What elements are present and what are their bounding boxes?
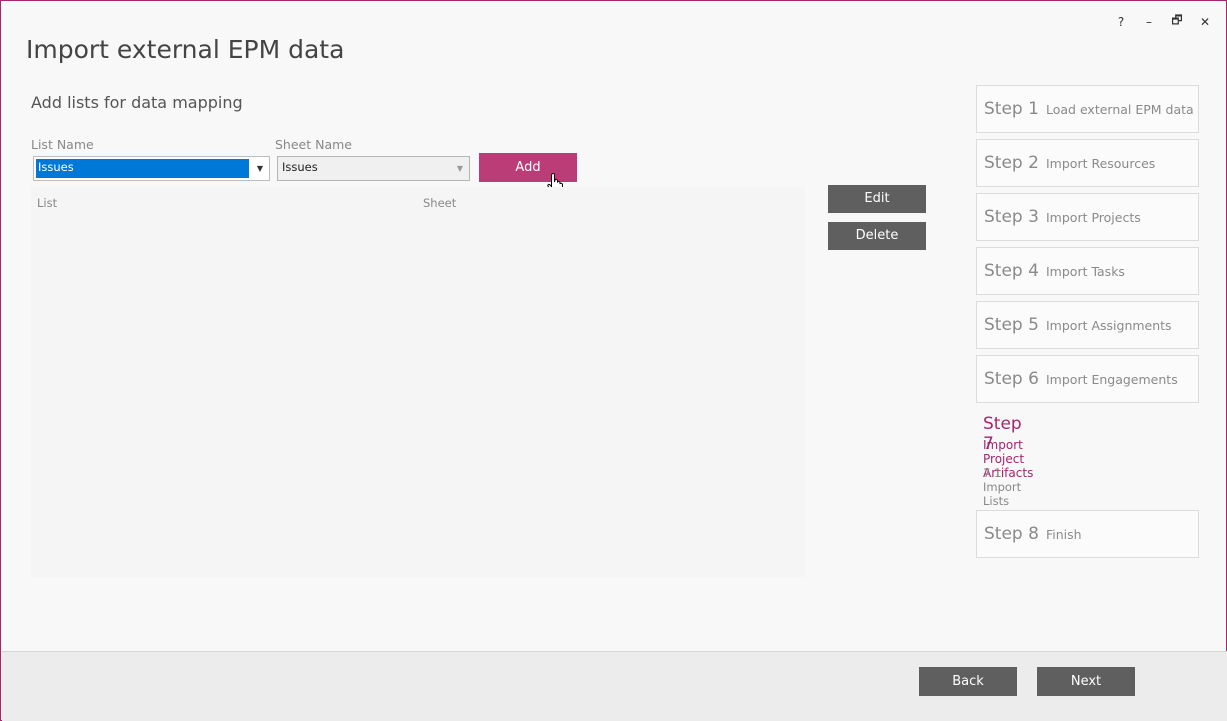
step-label: Load external EPM data [1046,101,1194,117]
footer-bar: Back Next [2,651,1227,721]
active-substep[interactable]: 7.1 Import Lists [983,466,1021,508]
step-number: Step 4 [984,261,1039,281]
step-item[interactable]: Step 2 Import Resources [976,139,1199,187]
restore-icon[interactable]: 🗗 [1170,11,1184,32]
step-label: Import Tasks [1046,263,1125,279]
step-label: Import Assignments [1046,317,1172,333]
step-item[interactable]: Step 1 Load external EPM data [976,85,1199,133]
page-title: Import external EPM data [26,35,345,64]
back-button[interactable]: Back [919,667,1017,696]
edit-button[interactable]: Edit [828,185,926,213]
sheet-name-label: Sheet Name [275,137,352,152]
delete-button[interactable]: Delete [828,222,926,250]
step-label: Import Projects [1046,209,1141,225]
sheet-name-dropdown[interactable]: Issues ▼ [277,156,470,181]
list-mapping-grid[interactable]: List Sheet [31,187,805,577]
list-name-dropdown[interactable]: Issues ▼ [33,156,270,181]
step-item[interactable]: Step 8 Finish [976,510,1199,558]
section-subtitle: Add lists for data mapping [31,93,243,112]
sheet-name-value: Issues [282,160,318,174]
wizard-window: ? – 🗗 ✕ Import external EPM data Add lis… [0,0,1227,721]
step-number: Step 2 [984,153,1039,173]
next-button[interactable]: Next [1037,667,1135,696]
step-item[interactable]: Step 4 Import Tasks [976,247,1199,295]
close-icon[interactable]: ✕ [1198,15,1212,29]
step-label: Finish [1046,526,1082,542]
chevron-down-icon[interactable]: ▼ [251,157,269,180]
step-number: Step 8 [984,524,1039,544]
step-item[interactable]: Step 5 Import Assignments [976,301,1199,349]
list-name-label: List Name [31,137,94,152]
step-number: Step 5 [984,315,1039,335]
step-number: Step 3 [984,207,1039,227]
help-icon[interactable]: ? [1114,15,1128,29]
step-number: Step 1 [984,99,1039,119]
chevron-down-icon[interactable]: ▼ [451,157,469,180]
minimize-icon[interactable]: – [1142,15,1156,29]
window-controls: ? – 🗗 ✕ [1114,11,1212,32]
step-label: Import Engagements [1046,371,1178,387]
column-header-sheet[interactable]: Sheet [423,196,456,210]
column-header-list[interactable]: List [37,196,57,210]
step-item[interactable]: Step 3 Import Projects [976,193,1199,241]
step-number: Step 6 [984,369,1039,389]
list-name-value: Issues [36,159,249,178]
step-label: Import Resources [1046,155,1156,171]
step-item[interactable]: Step 6 Import Engagements [976,355,1199,403]
